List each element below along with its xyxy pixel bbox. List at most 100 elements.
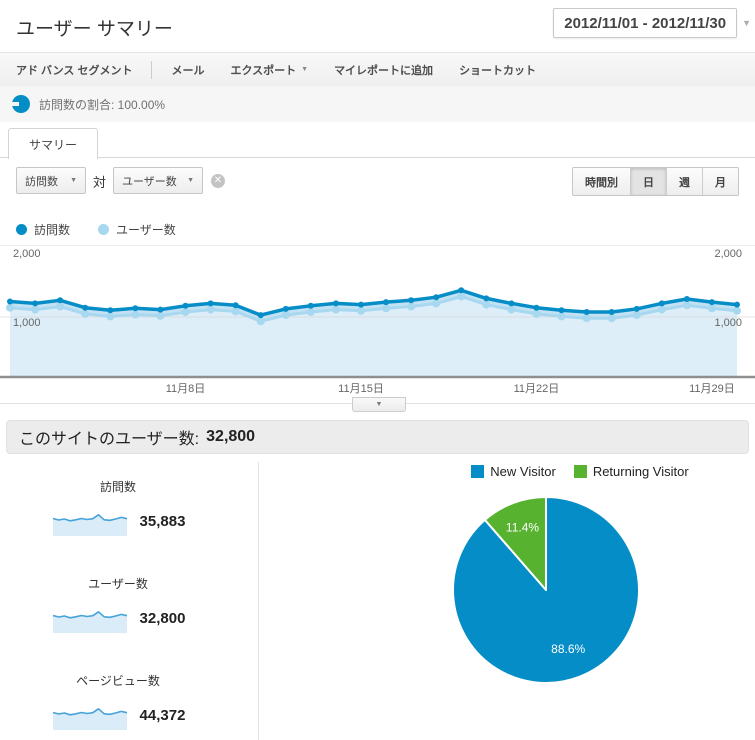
page-title: ユーザー サマリー: [16, 19, 173, 40]
visits-point: [734, 301, 740, 308]
visits-point: [332, 300, 339, 307]
granularity-month-button[interactable]: 月: [702, 168, 738, 195]
x-axis-label: 11月8日: [166, 383, 206, 395]
chevron-down-icon: ▼: [70, 177, 77, 184]
shortcut-button[interactable]: ショートカット: [446, 62, 549, 78]
granularity-week-button[interactable]: 週: [666, 168, 702, 195]
date-range-value[interactable]: 2012/11/01 - 2012/11/30: [553, 8, 738, 38]
metric-users: ユーザー数 32,800: [28, 575, 208, 633]
granularity-hourly-button[interactable]: 時間別: [573, 168, 630, 195]
visits-point: [132, 305, 139, 312]
tab-underline: [0, 157, 755, 158]
users-point: [457, 292, 466, 301]
visits-point: [508, 300, 515, 307]
y-axis-label: 1,000: [13, 317, 41, 329]
visits-point: [383, 299, 389, 306]
users-point: [357, 306, 365, 315]
users-point: [306, 308, 315, 316]
visits-point: [307, 302, 314, 309]
sparkline-area: [52, 514, 127, 536]
visits-dot-icon: [16, 224, 27, 235]
metric-users-value: 32,800: [139, 609, 186, 627]
sparkline-area: [52, 708, 127, 730]
metric-pageviews-label: ページビュー数: [76, 674, 160, 688]
visits-point: [433, 294, 440, 301]
visits-point: [608, 309, 615, 315]
clear-compare-icon[interactable]: ✕: [211, 174, 225, 188]
users-point: [733, 306, 741, 315]
x-axis-label: 11月15日: [338, 383, 384, 395]
users-point: [607, 314, 616, 323]
visits-point: [157, 306, 164, 313]
vs-label: 対: [93, 175, 107, 190]
summary-value: 32,800: [206, 428, 256, 445]
users-point: [507, 305, 516, 314]
active-segment-bar: 訪問数の割合: 100.00%: [0, 86, 755, 122]
advanced-segments-button[interactable]: アド バンス セグメント: [16, 62, 145, 78]
export-button[interactable]: エクスポート ▼: [217, 62, 321, 78]
metric-pageviews-value: 44,372: [139, 706, 186, 724]
visits-point: [257, 312, 264, 319]
sparkline-area: [52, 611, 127, 633]
visits-point: [32, 300, 39, 307]
visits-point: [408, 297, 415, 304]
chevron-down-icon[interactable]: ▼: [742, 18, 751, 28]
tab-summary[interactable]: サマリー: [8, 128, 98, 159]
users-point: [56, 302, 65, 311]
visits-point: [683, 296, 690, 302]
report-toolbar: アド バンス セグメント メール エクスポート ▼ マイレポートに追加 ショート…: [0, 52, 755, 87]
legend-item-visits: 訪問数: [16, 221, 70, 238]
compare-select-value: ユーザー数: [122, 175, 177, 188]
chart-collapse-handle[interactable]: ▼: [352, 397, 406, 412]
users-point: [407, 302, 416, 311]
visits-point: [7, 298, 13, 305]
users-point: [256, 317, 265, 326]
visits-users-timeline-chart: 1,000 1,000 2,000 2,000 11月8日 11月15日 11月22日 11月…: [0, 245, 755, 395]
users-point: [81, 309, 90, 318]
chevron-down-icon: ▼: [301, 66, 309, 73]
add-to-dashboard-button[interactable]: マイレポートに追加: [321, 62, 446, 78]
metric-visits-value: 35,883: [139, 512, 186, 530]
email-button[interactable]: メール: [158, 62, 217, 78]
visits-point: [558, 307, 565, 314]
users-point: [682, 301, 691, 310]
pie-slice-label: 88.6%: [551, 642, 585, 656]
granularity-day-button[interactable]: 日: [630, 168, 666, 195]
metric-sparkline: [52, 611, 127, 633]
users-point: [206, 305, 215, 314]
y-axis-label: 1,000: [714, 317, 742, 329]
users-dot-icon: [98, 224, 110, 235]
users-point: [632, 311, 641, 320]
x-axis-label: 11月22日: [514, 383, 560, 395]
chevron-down-icon: ▼: [187, 177, 194, 184]
users-point: [482, 300, 491, 309]
visits-point: [57, 297, 64, 304]
visits-point: [583, 309, 590, 315]
visits-point: [232, 302, 239, 309]
visits-point: [282, 305, 289, 312]
users-point: [181, 308, 190, 316]
users-point: [106, 312, 115, 321]
users-point: [281, 311, 290, 320]
visits-point: [107, 307, 114, 314]
visits-point: [82, 304, 89, 311]
column-divider: [258, 462, 259, 740]
y-axis-label: 2,000: [13, 248, 41, 260]
metric-sparkline: [52, 708, 127, 730]
pie-slice-label: 11.4%: [506, 520, 539, 534]
users-point: [331, 305, 340, 314]
visits-point: [533, 304, 540, 311]
metric-users-label: ユーザー数: [88, 577, 148, 591]
site-users-summary-bar: このサイトのユーザー数: 32,800: [6, 420, 749, 454]
users-point: [532, 309, 541, 318]
metric-visits-label: 訪問数: [99, 480, 136, 494]
metric-select-dropdown[interactable]: 訪問数 ▼: [16, 167, 86, 194]
users-point: [131, 310, 140, 319]
export-button-label: エクスポート: [230, 64, 297, 77]
users-point: [31, 305, 40, 314]
metric-select-value: 訪問数: [25, 175, 58, 188]
y-axis-label: 2,000: [714, 248, 742, 260]
compare-select-dropdown[interactable]: ユーザー数 ▼: [113, 167, 203, 194]
visits-point: [483, 295, 490, 302]
date-range-selector[interactable]: 2012/11/01 - 2012/11/30 ▼: [553, 8, 751, 38]
